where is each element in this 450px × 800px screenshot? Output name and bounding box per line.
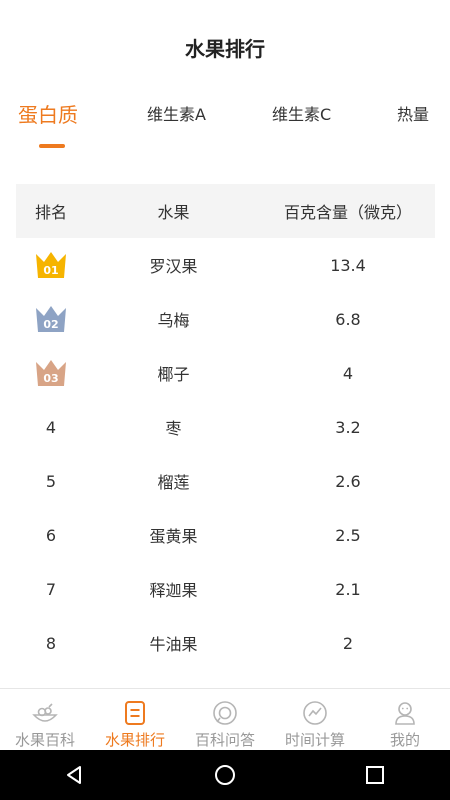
nav-label: 时间计算: [284, 731, 345, 749]
svg-text:01: 01: [43, 264, 58, 277]
home-icon: [215, 765, 235, 785]
crown-bronze-icon: 03: [36, 360, 66, 386]
fruit-amount: 2.5: [335, 525, 361, 545]
rank-number: 6: [45, 525, 57, 545]
header-rank: 排名: [34, 203, 67, 222]
tab-protein[interactable]: 蛋白质: [18, 95, 78, 135]
back-button[interactable]: [55, 755, 95, 795]
header-fruit: 水果: [157, 203, 190, 222]
trend-chart-icon: [303, 701, 327, 725]
fruit-name: 牛油果: [149, 635, 198, 654]
nav-fruit-ranking[interactable]: 水果排行: [90, 689, 180, 751]
svg-text:03: 03: [43, 372, 58, 385]
back-icon: [67, 766, 81, 784]
header-amount: 百克含量（微克）: [283, 203, 412, 222]
rank-badge-silver: 02: [16, 304, 86, 334]
fruit-amount: 3.2: [335, 417, 361, 437]
nav-label: 百科问答: [194, 731, 255, 749]
fruit-amount: 2.6: [335, 471, 361, 491]
fruit-amount: 4: [342, 363, 354, 383]
fruit-name: 榴莲: [157, 473, 190, 492]
table-header: 排名 水果 百克含量（微克）: [16, 184, 435, 238]
qa-chat-icon: [213, 701, 237, 725]
home-button[interactable]: [205, 755, 245, 795]
fruit-name: 枣: [165, 419, 182, 438]
fruit-amount: 13.4: [330, 255, 366, 275]
svg-text:02: 02: [43, 318, 58, 331]
table-row[interactable]: 7 释迦果 2.1: [16, 562, 435, 616]
recents-icon: [366, 766, 384, 784]
nav-qa[interactable]: 百科问答: [180, 689, 270, 751]
user-profile-icon: [395, 702, 415, 725]
tab-vitamin-a[interactable]: 维生素A: [147, 95, 206, 135]
ranking-list-icon: [125, 701, 145, 725]
fruit-amount: 2: [342, 633, 354, 653]
tab-calories[interactable]: 热量: [397, 95, 429, 135]
fruit-amount: 6.8: [335, 309, 361, 329]
fruit-name: 椰子: [157, 365, 190, 384]
system-nav-bar: [0, 750, 450, 800]
rank-badge-gold: 01: [16, 250, 86, 280]
table-row[interactable]: 8 牛油果 2: [16, 616, 435, 670]
crown-silver-icon: 02: [36, 306, 66, 332]
fruit-bowl-icon: [32, 703, 58, 722]
nav-fruit-encyclopedia[interactable]: 水果百科: [0, 689, 90, 751]
table-row[interactable]: 5 榴莲 2.6: [16, 454, 435, 508]
page-title: 水果排行: [185, 37, 265, 61]
table-row[interactable]: 02 乌梅 6.8: [16, 292, 435, 346]
fruit-amount: 2.1: [335, 579, 361, 599]
app-header: 水果排行: [0, 0, 450, 95]
table-row[interactable]: 01 罗汉果 13.4: [16, 238, 435, 292]
rank-number: 7: [45, 579, 57, 599]
recents-button[interactable]: [355, 755, 395, 795]
rank-badge-bronze: 03: [16, 358, 86, 388]
tab-vitamin-c[interactable]: 维生素C: [272, 95, 331, 135]
rank-number: 4: [45, 417, 57, 437]
nav-mine[interactable]: 我的: [360, 689, 450, 751]
table-row[interactable]: 4 枣 3.2: [16, 400, 435, 454]
nav-time-calc[interactable]: 时间计算: [270, 689, 360, 751]
rank-number: 8: [45, 633, 57, 653]
ranking-table: 排名 水果 百克含量（微克） 01 罗汉果 13.4 02 乌梅 6.8 03 …: [16, 184, 435, 670]
rank-number: 5: [45, 471, 57, 491]
fruit-name: 罗汉果: [149, 257, 198, 276]
nutrient-tabs: 蛋白质 维生素A 维生素C 热量: [0, 95, 450, 155]
nav-label: 水果百科: [14, 731, 75, 749]
table-row[interactable]: 03 椰子 4: [16, 346, 435, 400]
active-tab-indicator: [39, 144, 65, 148]
nav-label: 水果排行: [104, 731, 165, 749]
crown-gold-icon: 01: [36, 252, 66, 278]
fruit-name: 乌梅: [157, 311, 190, 330]
nav-label: 我的: [389, 731, 420, 749]
bottom-nav: 水果百科 水果排行 百科问答 时间计算 我的: [0, 688, 450, 751]
table-row[interactable]: 6 蛋黄果 2.5: [16, 508, 435, 562]
fruit-name: 释迦果: [149, 581, 198, 600]
fruit-name: 蛋黄果: [149, 527, 198, 546]
